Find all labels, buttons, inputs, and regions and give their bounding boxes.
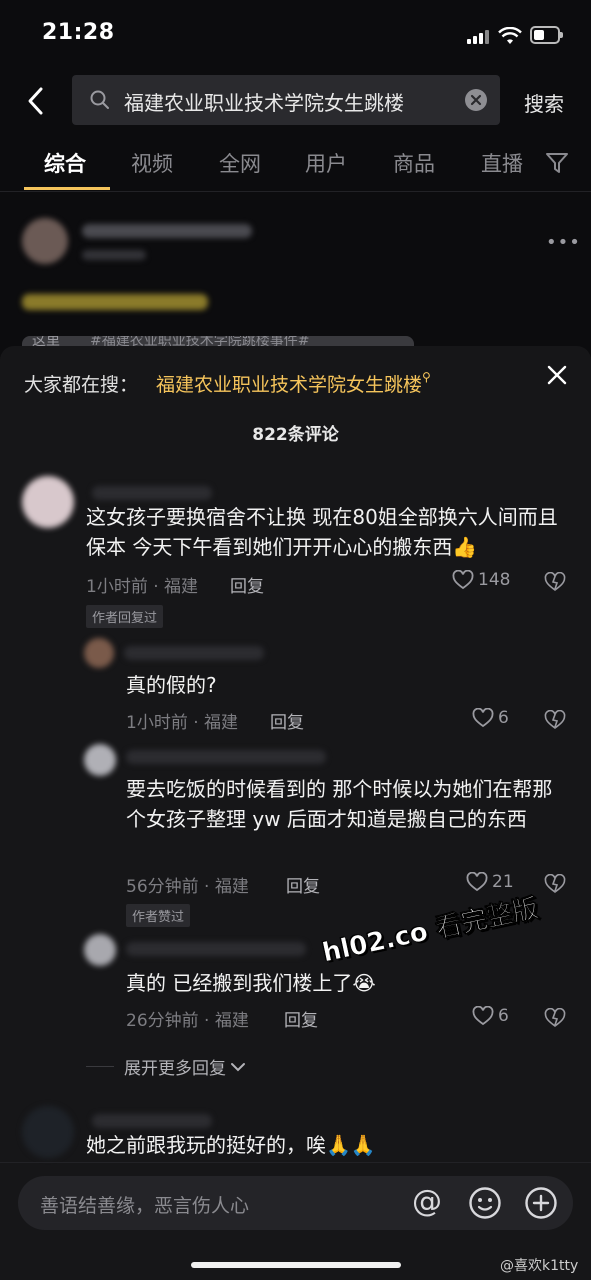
reply-button[interactable]: 回复: [270, 708, 304, 733]
like-button[interactable]: 148: [452, 570, 510, 590]
like-button[interactable]: 21: [466, 872, 514, 892]
expand-divider: [86, 1066, 114, 1067]
home-indicator: [191, 1262, 401, 1268]
result-author-name: [82, 224, 252, 238]
tab-divider: [0, 191, 591, 192]
author-liked-badge: 作者赞过: [126, 904, 191, 927]
search-button[interactable]: 搜索: [524, 88, 564, 117]
comment-text: 这女孩子要换宿舍不让换 现在80姐全部换六人间而且保本 今天下午看到她们开开心心…: [86, 505, 558, 559]
tab-comprehensive[interactable]: 综合: [44, 148, 86, 178]
comment-author[interactable]: [92, 1114, 212, 1128]
like-button[interactable]: 6: [472, 708, 509, 728]
chevron-down-icon: [231, 1062, 245, 1071]
comment-meta: 56分钟前 · 福建: [126, 877, 249, 897]
dislike-icon[interactable]: [544, 572, 566, 592]
signal-icon: [467, 30, 491, 44]
comment-text: 她之前跟我玩的挺好的，唉🙏🙏: [86, 1133, 376, 1157]
back-icon[interactable]: [26, 86, 46, 116]
heart-icon: [452, 570, 474, 590]
weibo-credit: @喜欢k1tty: [500, 1258, 579, 1274]
search-input[interactable]: 福建农业职业技术学院女生跳楼: [72, 75, 500, 125]
close-icon[interactable]: [546, 364, 568, 386]
reply-button[interactable]: 回复: [284, 1006, 318, 1031]
trending-search-icon: ⚲: [422, 370, 431, 384]
result-avatar: [22, 218, 68, 264]
avatar[interactable]: [84, 744, 116, 776]
status-time: 21:28: [42, 20, 115, 45]
comment-count: 822条评论: [252, 425, 339, 445]
comment-text: 要去吃饭的时候看到的 那个时候以为她们在帮那个女孩子整理 yw 后面才知道是搬自…: [126, 777, 553, 831]
tab-video[interactable]: 视频: [131, 148, 173, 178]
heart-icon: [472, 1006, 494, 1026]
more-icon[interactable]: •••: [546, 232, 581, 253]
mention-icon[interactable]: @: [412, 1182, 442, 1222]
emoji-icon[interactable]: [468, 1186, 502, 1220]
heart-icon: [472, 708, 494, 728]
author-replied-badge: 作者回复过: [86, 605, 164, 628]
result-date: [82, 250, 146, 260]
avatar[interactable]: [84, 638, 114, 668]
avatar[interactable]: [22, 476, 74, 528]
comment-input[interactable]: 善语结善缘，恶言伤人心 @: [18, 1176, 573, 1230]
trending-label: 大家都在搜：: [24, 374, 139, 396]
dislike-icon[interactable]: [544, 710, 566, 730]
wifi-icon: [498, 27, 522, 44]
reply-button[interactable]: 回复: [230, 572, 264, 597]
search-icon: [90, 90, 109, 109]
comment-meta: 26分钟前 · 福建: [126, 1011, 249, 1031]
input-divider: [0, 1162, 591, 1163]
expand-replies-button[interactable]: 展开更多回复: [124, 1054, 246, 1079]
comment-author[interactable]: [92, 486, 212, 500]
comment-text: 真的假的?: [126, 673, 217, 697]
tab-products[interactable]: 商品: [393, 148, 435, 178]
comment-author[interactable]: [126, 750, 326, 764]
add-icon[interactable]: [524, 1186, 558, 1220]
comment-meta: 1小时前 · 福建: [126, 713, 239, 733]
tab-web[interactable]: 全网: [219, 148, 261, 178]
tab-users[interactable]: 用户: [305, 148, 347, 178]
avatar[interactable]: [84, 934, 116, 966]
heart-icon: [466, 872, 488, 892]
dislike-icon[interactable]: [544, 874, 566, 894]
reply-button[interactable]: 回复: [286, 872, 320, 897]
avatar[interactable]: [22, 1106, 74, 1158]
dislike-icon[interactable]: [544, 1008, 566, 1028]
clear-icon[interactable]: [464, 88, 488, 112]
comment-author[interactable]: [126, 942, 306, 956]
tab-live[interactable]: 直播: [481, 148, 523, 178]
filter-icon[interactable]: [545, 152, 569, 174]
comment-sheet: 大家都在搜： 福建农业职业技术学院女生跳楼⚲ 822条评论 这女孩子要换宿舍不让…: [0, 346, 591, 1280]
trending-search-link[interactable]: 福建农业职业技术学院女生跳楼⚲: [156, 370, 431, 397]
result-title: [22, 294, 208, 310]
battery-icon: [530, 26, 563, 44]
comment-input-placeholder: 善语结善缘，恶言伤人心: [40, 1195, 250, 1217]
comment-text: 真的 已经搬到我们楼上了😭: [126, 971, 376, 995]
tab-indicator: [24, 187, 110, 190]
like-button[interactable]: 6: [472, 1006, 509, 1026]
search-query: 福建农业职业技术学院女生跳楼: [124, 91, 404, 115]
comment-meta: 1小时前 · 福建: [86, 577, 199, 597]
comment-author[interactable]: [124, 646, 264, 660]
